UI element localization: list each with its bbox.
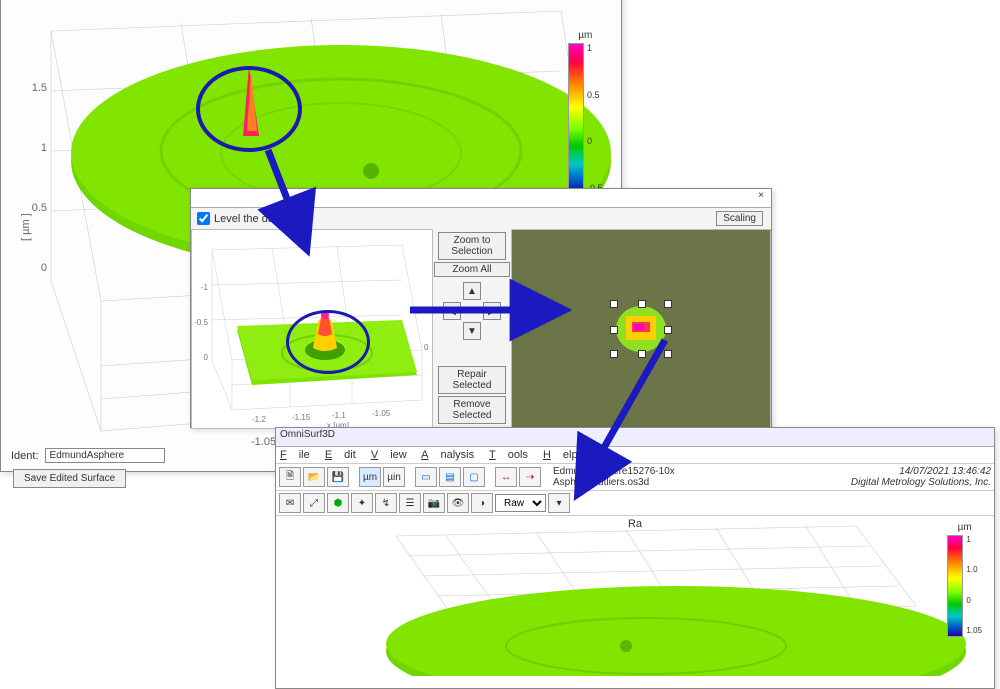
- app-title: OmniSurf3D: [280, 429, 335, 440]
- toolbar-secondary: ✉ ⤢ ⬢ ✦ ↯ ☰ 📷 👁 ◑ Raw ▾: [276, 491, 994, 516]
- menu-analysis[interactable]: Analysis: [421, 449, 474, 461]
- pan-up-button[interactable]: ▲: [463, 282, 481, 300]
- unit-uin-button[interactable]: µin: [383, 467, 405, 487]
- level-dataset-checkbox[interactable]: Level the dataset: [197, 212, 298, 225]
- tool-icon[interactable]: ▢: [463, 467, 485, 487]
- new-icon[interactable]: 🗎: [279, 467, 301, 487]
- menu-edit[interactable]: Edit: [325, 449, 356, 461]
- edit-surface-dialog: × Level the dataset Scaling: [190, 188, 772, 428]
- file-name-line1: EdmundAsphere15276-10x: [553, 466, 675, 477]
- menu-view[interactable]: View: [371, 449, 407, 461]
- colorbar-1: µm 1 0.50 -0.5: [568, 30, 603, 195]
- tool-icon[interactable]: ⤢: [303, 493, 325, 513]
- repair-selected-button[interactable]: Repair Selected: [438, 366, 506, 394]
- ident-label: Ident:: [11, 450, 39, 462]
- svg-text:0: 0: [424, 343, 429, 352]
- svg-text:[ µm ]: [ µm ]: [20, 213, 32, 241]
- zoom-to-selection-button[interactable]: Zoom to Selection: [438, 232, 506, 260]
- remove-selected-button[interactable]: Remove Selected: [438, 396, 506, 424]
- toolbar-main: 🗎 📂 💾 µm µin ▭ ▤ ▢ ↔ ⇢ EdmundAsphere1527…: [276, 464, 994, 491]
- tool-icon[interactable]: ◑: [471, 493, 493, 513]
- svg-text:1: 1: [41, 142, 47, 154]
- save-icon[interactable]: 💾: [327, 467, 349, 487]
- svg-text:-1.05: -1.05: [251, 436, 276, 448]
- svg-text:-1.1: -1.1: [332, 411, 346, 420]
- tool-icon[interactable]: ✦: [351, 493, 373, 513]
- tool-icon[interactable]: ↯: [375, 493, 397, 513]
- unit-um-button[interactable]: µm: [359, 467, 381, 487]
- svg-text:-1.05: -1.05: [372, 409, 391, 418]
- dropdown-extra-icon[interactable]: ▾: [548, 493, 570, 513]
- camera-icon[interactable]: 📷: [423, 493, 445, 513]
- svg-text:0: 0: [41, 262, 47, 274]
- svg-text:-1.2: -1.2: [252, 415, 266, 424]
- raw-dropdown[interactable]: Raw: [495, 494, 546, 512]
- menu-help[interactable]: Help: [543, 449, 578, 461]
- timestamp: 14/07/2021 13:46:42: [851, 466, 991, 477]
- colorbar-tick: 1: [587, 43, 603, 53]
- tool-icon[interactable]: ⇢: [519, 467, 541, 487]
- pan-left-button[interactable]: ◀: [443, 302, 461, 320]
- checkbox-label: Level the dataset: [214, 213, 298, 225]
- tool-icon[interactable]: ⬢: [327, 493, 349, 513]
- tool-icon[interactable]: ▭: [415, 467, 437, 487]
- ident-field[interactable]: EdmundAsphere: [45, 448, 165, 463]
- omnisurf3d-window: OmniSurf3D File Edit View Analysis Tools…: [275, 427, 995, 689]
- pan-right-button[interactable]: ▶: [483, 302, 501, 320]
- menu-file[interactable]: File: [280, 449, 310, 461]
- tool-icon[interactable]: 👁: [447, 493, 469, 513]
- tool-icon[interactable]: ☰: [399, 493, 421, 513]
- dialog-titlebar[interactable]: ×: [191, 189, 771, 208]
- pan-down-button[interactable]: ▼: [463, 322, 481, 340]
- tool-icon[interactable]: ▤: [439, 467, 461, 487]
- colorbar-tick: 1: [966, 535, 982, 544]
- plot-title: Ra: [628, 518, 642, 530]
- colorbar-tick: 0: [966, 596, 982, 605]
- surface-plot-3[interactable]: Ra µm 1 1.0 0 1.05: [276, 516, 994, 676]
- pan-pad: ▲ ◀ ▶ ▼: [443, 282, 501, 340]
- topdown-selection-view[interactable]: [511, 229, 771, 429]
- menubar: File Edit View Analysis Tools Help: [276, 447, 994, 464]
- app-titlebar[interactable]: OmniSurf3D: [276, 428, 994, 447]
- colorbar-tick: 1.05: [966, 626, 982, 635]
- svg-text:-0.5: -0.5: [194, 318, 208, 327]
- colorbar-tick: 1.0: [966, 565, 982, 574]
- zoom-all-button[interactable]: Zoom All: [434, 262, 510, 277]
- zoomed-3d-plot[interactable]: 0 -0.5 -1 -1.2-1.15 -1.1-1.05 x [µm] 0: [191, 229, 433, 429]
- company-name: Digital Metrology Solutions, Inc.: [851, 477, 991, 488]
- svg-text:0: 0: [204, 353, 209, 362]
- colorbar-unit: µm: [578, 30, 592, 41]
- file-name-line2: AsphereOutliers.os3d: [553, 477, 675, 488]
- scaling-button[interactable]: Scaling: [716, 211, 763, 226]
- svg-text:-1: -1: [201, 283, 209, 292]
- svg-text:-1.15: -1.15: [292, 413, 311, 422]
- svg-text:1.5: 1.5: [32, 82, 47, 94]
- save-edited-surface-button[interactable]: Save Edited Surface: [13, 469, 126, 488]
- menu-tools[interactable]: Tools: [489, 449, 528, 461]
- close-icon[interactable]: ×: [754, 190, 768, 201]
- svg-text:0.5: 0.5: [32, 202, 47, 214]
- colorbar-3: µm 1 1.0 0 1.05: [947, 522, 982, 637]
- open-icon[interactable]: 📂: [303, 467, 325, 487]
- mail-icon[interactable]: ✉: [279, 493, 301, 513]
- colorbar-unit: µm: [958, 522, 972, 533]
- tool-icon[interactable]: ↔: [495, 467, 517, 487]
